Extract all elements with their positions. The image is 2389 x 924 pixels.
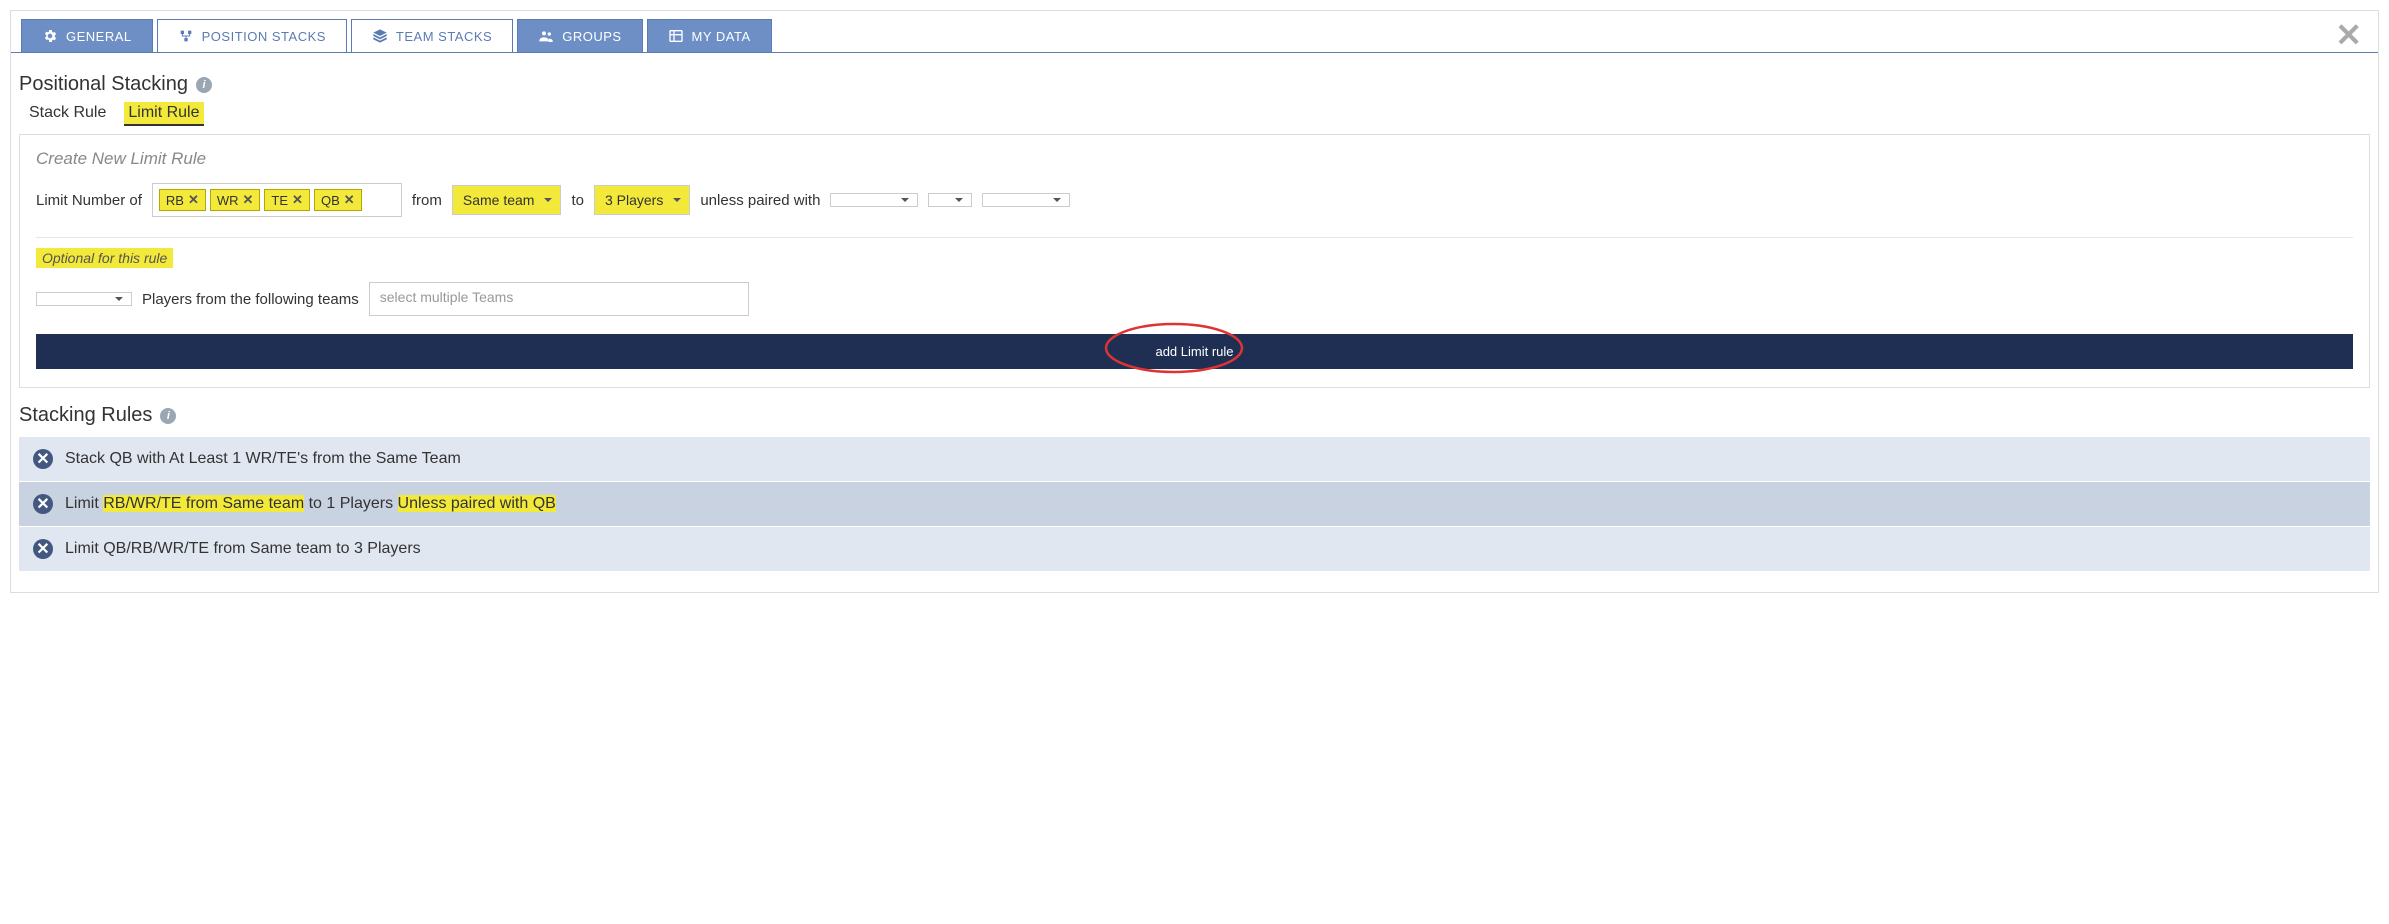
tab-team-stacks-label: TEAM STACKS — [396, 29, 492, 44]
rule-text: Limit RB/WR/TE from Same team to 1 Playe… — [65, 495, 556, 513]
tag-te: TE✕ — [264, 189, 310, 211]
limit-label: Limit Number of — [36, 192, 142, 209]
to-label: to — [571, 192, 584, 209]
positions-input[interactable]: RB✕ WR✕ TE✕ QB✕ — [152, 183, 402, 217]
tab-groups[interactable]: GROUPS — [517, 19, 642, 52]
unless-label: unless paired with — [700, 192, 820, 209]
remove-tag-te[interactable]: ✕ — [292, 192, 303, 208]
content-area: Positional Stacking i Stack Rule Limit R… — [11, 53, 2378, 592]
teams-row: Players from the following teams select … — [36, 282, 2353, 316]
users-icon — [538, 28, 554, 44]
rule-item: ✕ Limit QB/RB/WR/TE from Same team to 3 … — [19, 527, 2370, 572]
info-icon-2[interactable]: i — [160, 408, 176, 424]
stacking-rules-title-row: Stacking Rules i — [19, 404, 2370, 427]
unless-dropdown-1[interactable] — [830, 193, 918, 207]
tab-position-stacks-label: POSITION STACKS — [202, 29, 326, 44]
delete-rule-icon[interactable]: ✕ — [33, 494, 53, 514]
tab-team-stacks[interactable]: TEAM STACKS — [351, 19, 513, 52]
add-limit-rule-button[interactable]: add Limit rule — [36, 334, 2353, 369]
grid-icon — [668, 28, 684, 44]
limit-row: Limit Number of RB✕ WR✕ TE✕ QB✕ from Sam… — [36, 183, 2353, 217]
tab-general[interactable]: GENERAL — [21, 19, 153, 52]
subtabs: Stack Rule Limit Rule — [25, 102, 2370, 126]
tag-rb: RB✕ — [159, 189, 206, 211]
info-icon[interactable]: i — [196, 77, 212, 93]
tag-qb: QB✕ — [314, 189, 362, 211]
teams-label: Players from the following teams — [142, 291, 359, 308]
nodes-icon — [178, 28, 194, 44]
layers-icon — [372, 28, 388, 44]
rule-item: ✕ Stack QB with At Least 1 WR/TE's from … — [19, 437, 2370, 482]
unless-dropdown-3[interactable] — [982, 193, 1070, 207]
rule-text: Stack QB with At Least 1 WR/TE's from th… — [65, 450, 461, 468]
tab-position-stacks[interactable]: POSITION STACKS — [157, 19, 347, 52]
rule-text: Limit QB/RB/WR/TE from Same team to 3 Pl… — [65, 540, 421, 558]
rules-list: ✕ Stack QB with At Least 1 WR/TE's from … — [19, 437, 2370, 572]
to-dropdown[interactable]: 3 Players — [594, 185, 690, 215]
tab-groups-label: GROUPS — [562, 29, 621, 44]
tab-general-label: GENERAL — [66, 29, 132, 44]
tab-my-data[interactable]: MY DATA — [647, 19, 772, 52]
subtab-limit-rule[interactable]: Limit Rule — [124, 102, 203, 126]
modal-container: ✕ GENERAL POSITION STACKS TEAM STACKS GR… — [10, 10, 2379, 593]
rule-item: ✕ Limit RB/WR/TE from Same team to 1 Pla… — [19, 482, 2370, 527]
delete-rule-icon[interactable]: ✕ — [33, 449, 53, 469]
tab-my-data-label: MY DATA — [692, 29, 751, 44]
section-title-row: Positional Stacking i — [19, 73, 2370, 96]
include-exclude-dropdown[interactable] — [36, 292, 132, 306]
tag-wr: WR✕ — [210, 189, 261, 211]
remove-tag-qb[interactable]: ✕ — [344, 192, 355, 208]
delete-rule-icon[interactable]: ✕ — [33, 539, 53, 559]
optional-label: Optional for this rule — [36, 248, 173, 268]
tabs-bar: GENERAL POSITION STACKS TEAM STACKS GROU… — [11, 11, 2378, 53]
subtab-stack-rule[interactable]: Stack Rule — [25, 102, 110, 126]
create-rule-panel: Create New Limit Rule Limit Number of RB… — [19, 134, 2370, 388]
add-btn-label: add Limit rule — [1155, 344, 1233, 359]
teams-input[interactable]: select multiple Teams — [369, 282, 749, 316]
remove-tag-rb[interactable]: ✕ — [188, 192, 199, 208]
close-icon[interactable]: ✕ — [2335, 19, 2362, 51]
section-title: Positional Stacking — [19, 73, 188, 96]
gear-icon — [42, 28, 58, 44]
unless-dropdown-2[interactable] — [928, 193, 972, 207]
from-label: from — [412, 192, 442, 209]
panel-title: Create New Limit Rule — [36, 149, 2353, 169]
from-dropdown[interactable]: Same team — [452, 185, 562, 215]
stacking-rules-title: Stacking Rules — [19, 404, 152, 427]
remove-tag-wr[interactable]: ✕ — [243, 192, 254, 208]
divider — [36, 237, 2353, 238]
